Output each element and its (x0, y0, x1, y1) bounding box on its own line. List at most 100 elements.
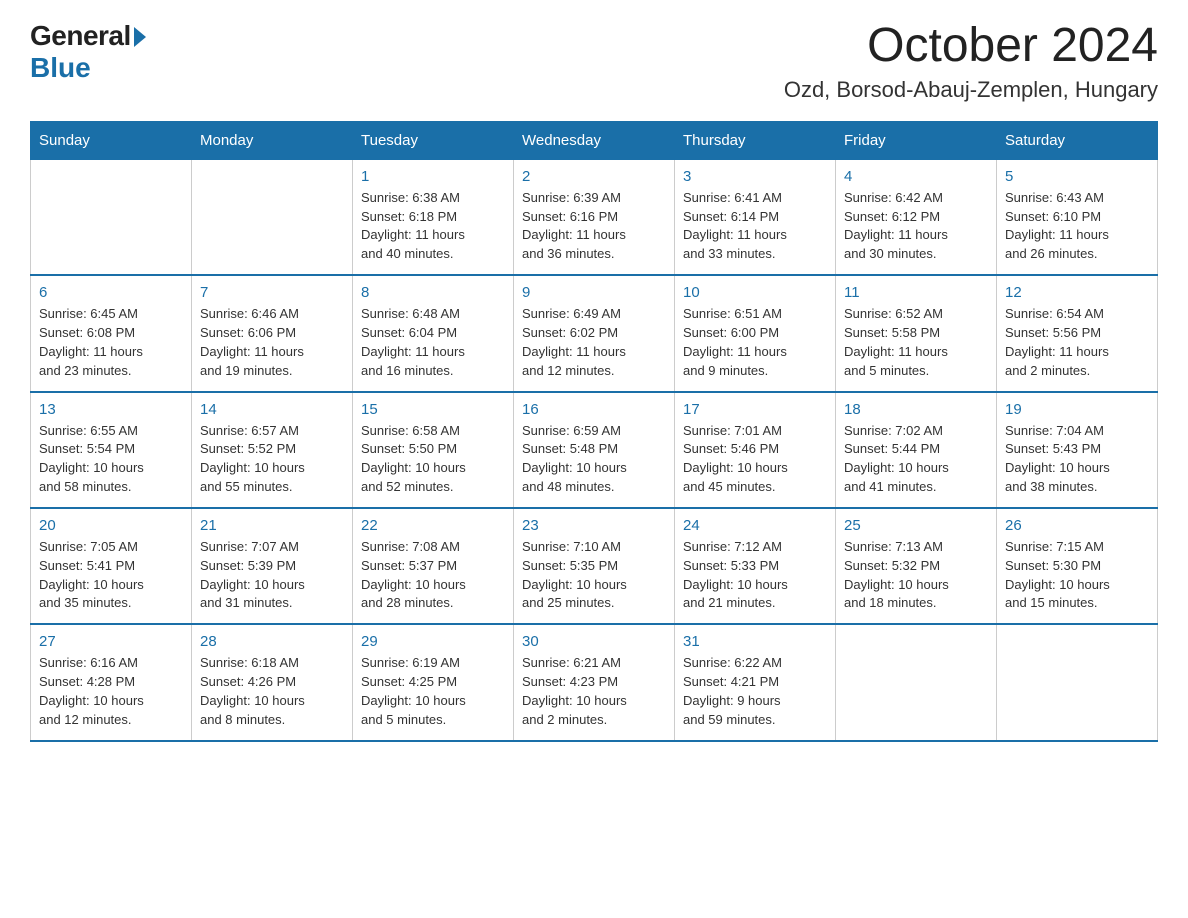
logo-arrow-icon (134, 27, 146, 47)
location-title: Ozd, Borsod-Abauj-Zemplen, Hungary (784, 77, 1158, 103)
day-info: Sunrise: 6:19 AM Sunset: 4:25 PM Dayligh… (361, 654, 505, 729)
calendar-cell-w2-d5: 10Sunrise: 6:51 AM Sunset: 6:00 PM Dayli… (675, 275, 836, 391)
calendar-week-1: 1 Sunrise: 6:38 AM Sunset: 6:18 PM Daylig… (31, 159, 1158, 275)
calendar-week-4: 20 Sunrise: 7:05 AM Sunset: 5:41 PM Dayli… (31, 508, 1158, 624)
day-number: 28 (200, 633, 344, 650)
calendar-week-2: 6 Sunrise: 6:45 AM Sunset: 6:08 PM Daylig… (31, 275, 1158, 391)
calendar-cell-w5-d4: 30Sunrise: 6:21 AM Sunset: 4:23 PM Dayli… (514, 624, 675, 740)
day-number: 10 (683, 284, 827, 301)
day-number: 2 (522, 168, 666, 185)
calendar-cell-w4-d2: 21Sunrise: 7:07 AM Sunset: 5:39 PM Dayli… (192, 508, 353, 624)
day-info: Sunrise: 7:13 AM Sunset: 5:32 PM Dayligh… (844, 538, 988, 613)
day-info: Sunrise: 6:18 AM Sunset: 4:26 PM Dayligh… (200, 654, 344, 729)
calendar-cell-w5-d6 (836, 624, 997, 740)
title-block: October 2024 Ozd, Borsod-Abauj-Zemplen, … (784, 20, 1158, 103)
calendar-cell-w4-d3: 22Sunrise: 7:08 AM Sunset: 5:37 PM Dayli… (353, 508, 514, 624)
day-info: Sunrise: 6:49 AM Sunset: 6:02 PM Dayligh… (522, 305, 666, 380)
day-info: Sunrise: 7:12 AM Sunset: 5:33 PM Dayligh… (683, 538, 827, 613)
day-number: 26 (1005, 517, 1149, 534)
day-info: Sunrise: 6:58 AM Sunset: 5:50 PM Dayligh… (361, 422, 505, 497)
calendar-cell-w5-d3: 29 Sunrise: 6:19 AM Sunset: 4:25 PM Dayli… (353, 624, 514, 740)
header-friday: Friday (836, 121, 997, 159)
month-title: October 2024 (784, 20, 1158, 73)
day-number: 20 (39, 517, 183, 534)
day-info: Sunrise: 7:10 AM Sunset: 5:35 PM Dayligh… (522, 538, 666, 613)
calendar-cell-w2-d3: 8Sunrise: 6:48 AM Sunset: 6:04 PM Daylig… (353, 275, 514, 391)
calendar-header: Sunday Monday Tuesday Wednesday Thursday… (31, 121, 1158, 159)
day-number: 14 (200, 401, 344, 418)
logo-blue-text: Blue (30, 52, 91, 84)
calendar-week-3: 13Sunrise: 6:55 AM Sunset: 5:54 PM Dayli… (31, 392, 1158, 508)
day-info: Sunrise: 6:57 AM Sunset: 5:52 PM Dayligh… (200, 422, 344, 497)
calendar-cell-w2-d7: 12 Sunrise: 6:54 AM Sunset: 5:56 PM Dayli… (997, 275, 1158, 391)
calendar-cell-w1-d2 (192, 159, 353, 275)
day-info: Sunrise: 6:39 AM Sunset: 6:16 PM Dayligh… (522, 189, 666, 264)
calendar-cell-w3-d1: 13Sunrise: 6:55 AM Sunset: 5:54 PM Dayli… (31, 392, 192, 508)
day-info: Sunrise: 6:52 AM Sunset: 5:58 PM Dayligh… (844, 305, 988, 380)
calendar-body: 1 Sunrise: 6:38 AM Sunset: 6:18 PM Daylig… (31, 159, 1158, 740)
weekday-header-row: Sunday Monday Tuesday Wednesday Thursday… (31, 121, 1158, 159)
calendar-cell-w1-d6: 4 Sunrise: 6:42 AM Sunset: 6:12 PM Daylig… (836, 159, 997, 275)
calendar-cell-w3-d5: 17Sunrise: 7:01 AM Sunset: 5:46 PM Dayli… (675, 392, 836, 508)
day-number: 15 (361, 401, 505, 418)
header-monday: Monday (192, 121, 353, 159)
day-number: 21 (200, 517, 344, 534)
day-info: Sunrise: 6:43 AM Sunset: 6:10 PM Dayligh… (1005, 189, 1149, 264)
day-number: 18 (844, 401, 988, 418)
day-info: Sunrise: 6:38 AM Sunset: 6:18 PM Dayligh… (361, 189, 505, 264)
day-number: 9 (522, 284, 666, 301)
calendar-cell-w1-d1 (31, 159, 192, 275)
calendar-cell-w3-d2: 14 Sunrise: 6:57 AM Sunset: 5:52 PM Dayli… (192, 392, 353, 508)
day-number: 3 (683, 168, 827, 185)
day-number: 4 (844, 168, 988, 185)
calendar-week-5: 27Sunrise: 6:16 AM Sunset: 4:28 PM Dayli… (31, 624, 1158, 740)
header-wednesday: Wednesday (514, 121, 675, 159)
day-number: 1 (361, 168, 505, 185)
calendar-cell-w5-d1: 27Sunrise: 6:16 AM Sunset: 4:28 PM Dayli… (31, 624, 192, 740)
day-number: 22 (361, 517, 505, 534)
day-info: Sunrise: 6:42 AM Sunset: 6:12 PM Dayligh… (844, 189, 988, 264)
day-info: Sunrise: 7:01 AM Sunset: 5:46 PM Dayligh… (683, 422, 827, 497)
calendar-cell-w5-d7 (997, 624, 1158, 740)
day-info: Sunrise: 6:22 AM Sunset: 4:21 PM Dayligh… (683, 654, 827, 729)
day-number: 5 (1005, 168, 1149, 185)
day-number: 12 (1005, 284, 1149, 301)
calendar-cell-w3-d3: 15 Sunrise: 6:58 AM Sunset: 5:50 PM Dayli… (353, 392, 514, 508)
logo: General Blue (30, 20, 146, 84)
header-sunday: Sunday (31, 121, 192, 159)
day-number: 31 (683, 633, 827, 650)
calendar-cell-w2-d6: 11 Sunrise: 6:52 AM Sunset: 5:58 PM Dayli… (836, 275, 997, 391)
day-info: Sunrise: 7:04 AM Sunset: 5:43 PM Dayligh… (1005, 422, 1149, 497)
day-number: 16 (522, 401, 666, 418)
day-info: Sunrise: 6:21 AM Sunset: 4:23 PM Dayligh… (522, 654, 666, 729)
calendar-table: Sunday Monday Tuesday Wednesday Thursday… (30, 121, 1158, 742)
calendar-cell-w5-d2: 28 Sunrise: 6:18 AM Sunset: 4:26 PM Dayli… (192, 624, 353, 740)
day-number: 29 (361, 633, 505, 650)
day-number: 6 (39, 284, 183, 301)
calendar-cell-w4-d7: 26 Sunrise: 7:15 AM Sunset: 5:30 PM Dayli… (997, 508, 1158, 624)
day-info: Sunrise: 7:02 AM Sunset: 5:44 PM Dayligh… (844, 422, 988, 497)
day-number: 19 (1005, 401, 1149, 418)
day-number: 23 (522, 517, 666, 534)
day-info: Sunrise: 6:41 AM Sunset: 6:14 PM Dayligh… (683, 189, 827, 264)
day-info: Sunrise: 7:15 AM Sunset: 5:30 PM Dayligh… (1005, 538, 1149, 613)
calendar-cell-w1-d7: 5 Sunrise: 6:43 AM Sunset: 6:10 PM Daylig… (997, 159, 1158, 275)
calendar-cell-w1-d3: 1 Sunrise: 6:38 AM Sunset: 6:18 PM Daylig… (353, 159, 514, 275)
day-info: Sunrise: 6:54 AM Sunset: 5:56 PM Dayligh… (1005, 305, 1149, 380)
day-number: 7 (200, 284, 344, 301)
day-info: Sunrise: 6:59 AM Sunset: 5:48 PM Dayligh… (522, 422, 666, 497)
page-header: General Blue October 2024 Ozd, Borsod-Ab… (30, 20, 1158, 103)
day-number: 25 (844, 517, 988, 534)
calendar-cell-w2-d2: 7Sunrise: 6:46 AM Sunset: 6:06 PM Daylig… (192, 275, 353, 391)
calendar-cell-w3-d4: 16 Sunrise: 6:59 AM Sunset: 5:48 PM Dayli… (514, 392, 675, 508)
day-number: 24 (683, 517, 827, 534)
calendar-cell-w4-d6: 25 Sunrise: 7:13 AM Sunset: 5:32 PM Dayli… (836, 508, 997, 624)
day-info: Sunrise: 6:16 AM Sunset: 4:28 PM Dayligh… (39, 654, 183, 729)
calendar-cell-w2-d1: 6 Sunrise: 6:45 AM Sunset: 6:08 PM Daylig… (31, 275, 192, 391)
day-number: 13 (39, 401, 183, 418)
day-info: Sunrise: 7:05 AM Sunset: 5:41 PM Dayligh… (39, 538, 183, 613)
day-info: Sunrise: 6:45 AM Sunset: 6:08 PM Dayligh… (39, 305, 183, 380)
header-saturday: Saturday (997, 121, 1158, 159)
day-number: 8 (361, 284, 505, 301)
day-number: 11 (844, 284, 988, 301)
